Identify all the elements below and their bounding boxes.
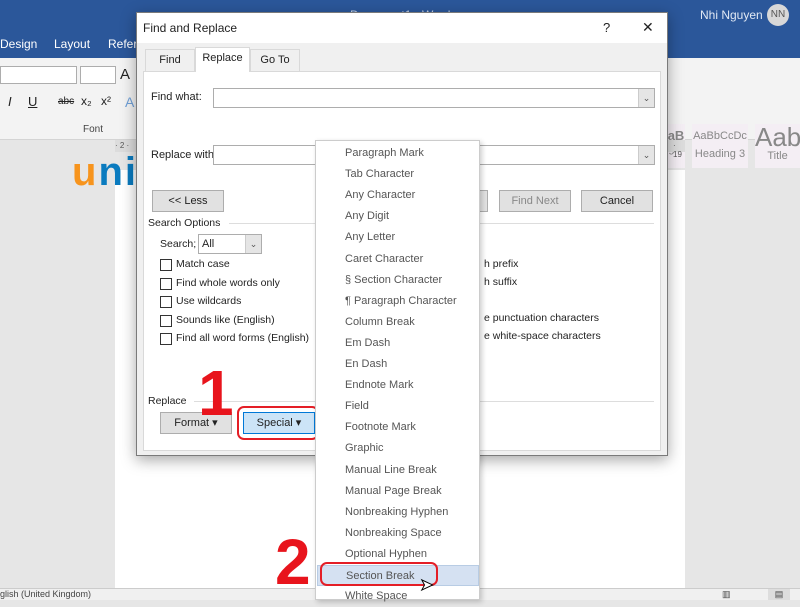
special-menu-item[interactable]: ¶ Paragraph Character [317,291,479,312]
print-layout-icon[interactable]: ▤ [768,589,790,600]
subscript-icon[interactable]: x₂ [81,94,92,108]
replace-section-heading: Replace [148,395,187,407]
special-menu-item[interactable]: § Section Character [317,270,479,291]
font-name-select[interactable] [0,66,77,84]
search-value: All [202,238,215,250]
ribbon-tab-layout[interactable]: Layout [54,37,90,51]
special-menu-item[interactable]: Endnote Mark [317,375,479,396]
less-button[interactable]: << Less [152,190,224,212]
special-menu-item[interactable]: Graphic [317,438,479,459]
special-menu-item[interactable]: Tab Character [317,164,479,185]
grow-font-icon[interactable]: A [120,66,130,83]
search-label: Search; [160,238,197,250]
special-menu-item[interactable]: Em Dash [317,333,479,354]
logo-u: u [72,150,99,194]
checkbox[interactable] [160,296,172,308]
special-menu-item[interactable]: Column Break [317,312,479,333]
tab-find[interactable]: Find [145,49,195,71]
special-menu-item[interactable]: En Dash [317,354,479,375]
option-match-suffix[interactable]: h suffix [484,276,517,288]
checkbox[interactable] [160,314,172,327]
style-preview: Aab [755,124,800,152]
cancel-button[interactable]: Cancel [581,190,653,212]
language-status[interactable]: glish (United Kingdom) [0,589,91,599]
help-button[interactable]: ? [603,20,610,35]
chevron-down-icon[interactable]: ⌄ [638,89,654,107]
style-preview: AaBbCcDc [693,130,747,142]
option-ignore-whitespace[interactable]: e white-space characters [484,330,601,342]
replace-with-label: Replace with: [151,149,218,161]
find-what-input[interactable]: ⌄ [213,88,655,108]
font-group-label: Font [83,124,104,135]
mouse-cursor-icon: ➤ [419,577,434,595]
tab-go-to[interactable]: Go To [250,49,300,71]
chevron-down-icon[interactable]: ⌄ [245,235,261,253]
dialog-title: Find and Replace [143,21,238,35]
option-label[interactable]: Find all word forms (English) [176,332,309,344]
tab-replace[interactable]: Replace [195,47,250,72]
special-menu-item[interactable]: Any Character [317,185,479,206]
checkbox[interactable] [160,277,172,290]
option-match-prefix[interactable]: h prefix [484,258,518,270]
option-label[interactable]: Find whole words only [176,277,280,289]
text-effects-icon[interactable]: A [125,94,134,110]
close-button[interactable]: ✕ [642,19,654,36]
chevron-down-icon[interactable]: ⌄ [638,146,654,164]
ruler-mark: · 2 · [115,141,130,150]
font-size-select[interactable] [80,66,116,84]
option-label[interactable]: Match case [176,258,230,270]
step-2-label: 2 [275,526,311,598]
special-menu-item[interactable]: Manual Line Break [317,460,479,481]
avatar[interactable]: NN [767,4,789,26]
find-next-button[interactable]: Find Next [499,190,571,212]
search-options-heading: Search Options [148,217,221,229]
special-menu-item[interactable]: Paragraph Mark [317,143,479,164]
special-menu-item[interactable]: Footnote Mark [317,417,479,438]
checkbox[interactable] [160,333,172,345]
option-label[interactable]: Sounds like (English) [176,314,275,326]
option-ignore-punctuation[interactable]: e punctuation characters [484,312,599,324]
italic-icon[interactable]: I [8,94,12,109]
special-menu-item[interactable]: Nonbreaking Space [317,523,479,544]
ribbon-tab-design[interactable]: Design [0,37,37,51]
style-label: Heading 3 [694,148,746,160]
special-menu-item[interactable]: Any Digit [317,206,479,227]
step-1-label: 1 [198,357,234,429]
highlight-special-button [237,406,319,440]
underline-icon[interactable]: U [28,94,37,109]
superscript-icon[interactable]: x² [101,94,111,108]
style-heading-3[interactable]: AaBbCcDc Heading 3 [692,124,748,168]
checkbox[interactable] [160,259,172,271]
special-menu-item[interactable]: White Space [317,586,479,607]
user-name[interactable]: Nhi Nguyen [700,8,763,22]
special-menu-item[interactable]: Field [317,396,479,417]
find-what-label: Find what: [151,91,202,103]
search-direction-select[interactable]: All ⌄ [198,234,262,254]
option-label[interactable]: Use wildcards [176,295,241,307]
strikethrough-icon[interactable]: abc [58,96,74,107]
special-menu-item[interactable]: Caret Character [317,249,479,270]
style-title[interactable]: Aab Title [755,124,800,168]
special-menu-item[interactable]: Nonbreaking Hyphen [317,502,479,523]
read-mode-icon[interactable]: ▥ [722,589,731,600]
dialog-title-bar: Find and Replace ? ✕ [137,13,667,43]
ruler-mark: · 19 [673,141,682,159]
special-menu-item[interactable]: Manual Page Break [317,481,479,502]
special-menu-item[interactable]: Any Letter [317,227,479,248]
special-menu: Paragraph Mark Tab Character Any Character… [315,140,480,602]
